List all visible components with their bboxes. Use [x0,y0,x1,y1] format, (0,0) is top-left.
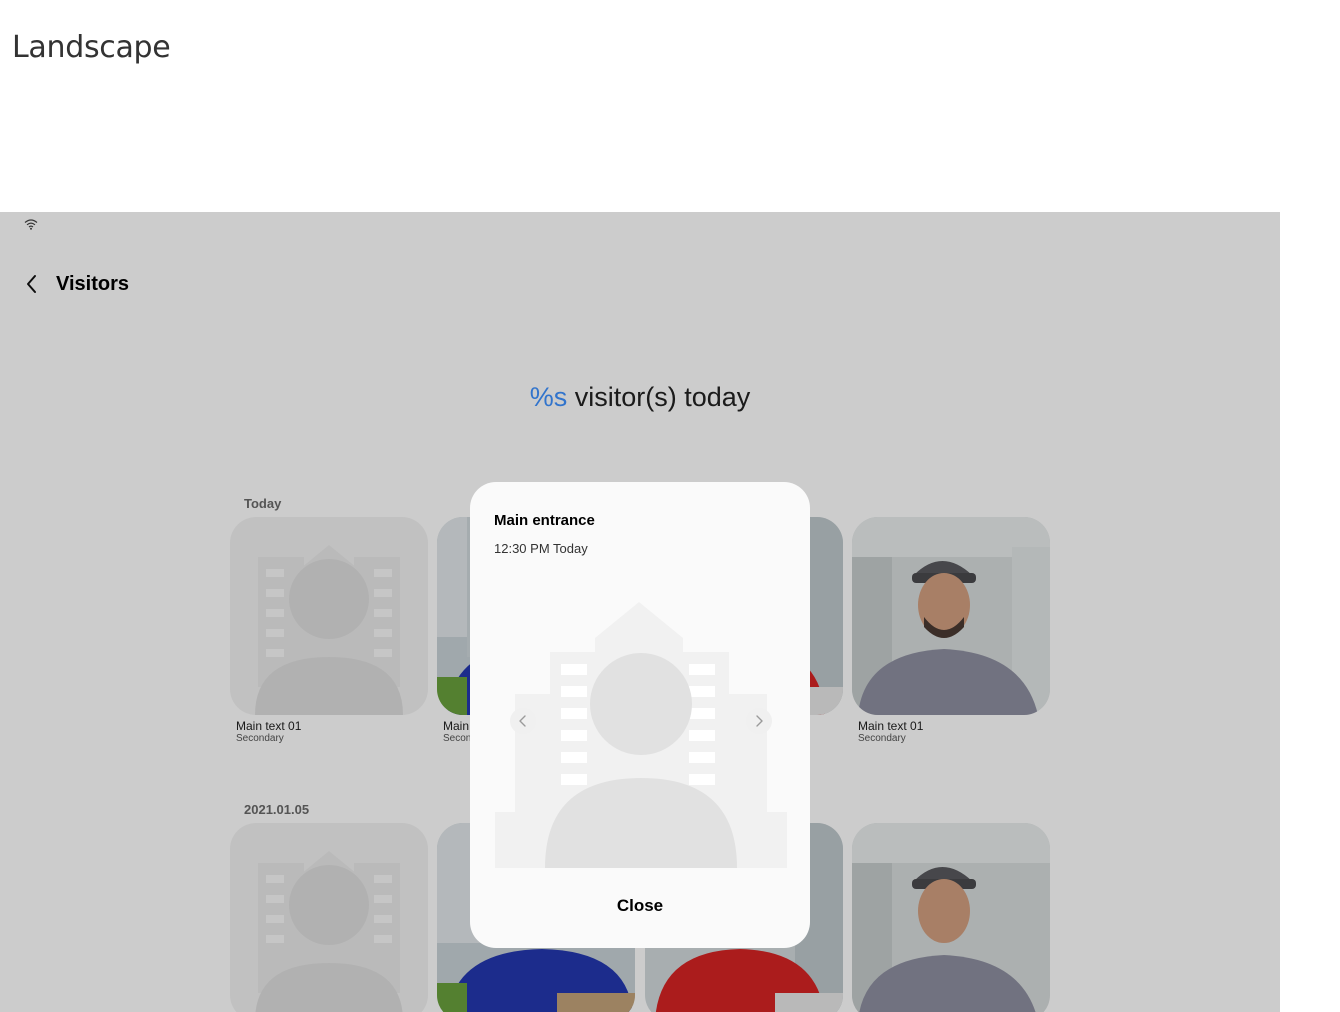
visitor-detail-dialog: Main entrance 12:30 PM Today Close [470,482,810,948]
previous-button[interactable] [510,708,536,734]
dialog-title: Main entrance [494,512,595,529]
dialog-time: 12:30 PM Today [494,541,588,556]
avatar-placeholder-icon [495,598,787,868]
close-button[interactable]: Close [470,886,810,926]
chevron-right-icon [756,715,763,727]
page-heading: Landscape [12,30,171,65]
dialog-image [495,598,787,868]
device-screen: Visitors %s visitor(s) today Today Main … [0,212,1280,1012]
next-button[interactable] [746,708,772,734]
chevron-left-icon [519,715,526,727]
